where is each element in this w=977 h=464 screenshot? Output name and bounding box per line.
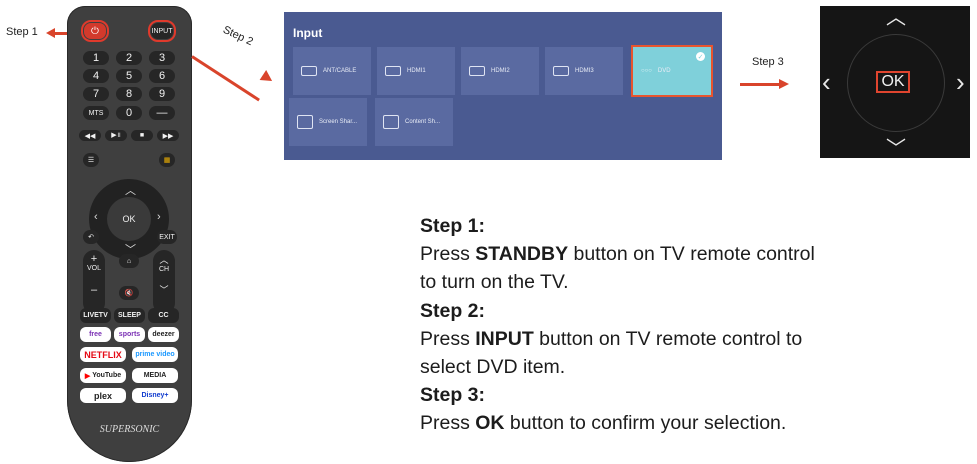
step3-arrow [740, 83, 780, 86]
input-button[interactable]: INPUT [148, 20, 176, 42]
back-button[interactable]: ↶ [83, 230, 99, 244]
hdmi-icon [553, 66, 569, 76]
pad-ok-button: OK [876, 71, 910, 93]
dpad-up-icon[interactable]: ︿ [125, 182, 136, 198]
tile-label: Content Sh... [405, 119, 441, 125]
remote-control: ⏻ INPUT 1 2 3 4 5 6 7 8 9 MTS 0 — ◀◀ ▶॥ … [67, 6, 192, 462]
input-menu: Input ANT/CABLE HDMI1 HDMI2 HDMI3 ○○○ DVD… [284, 12, 722, 160]
tile-ant-cable[interactable]: ANT/CABLE [293, 47, 371, 95]
dpad-left-icon[interactable]: ‹ [94, 211, 98, 223]
step3-arrowhead [779, 79, 789, 89]
pad-up-icon: ︿ [886, 7, 906, 29]
brand-logo: SUPERSONIC [99, 424, 160, 435]
step2-label: Step 2 [220, 23, 255, 49]
tile-hdmi1[interactable]: HDMI1 [377, 47, 455, 95]
volume-rocker[interactable]: + VOL – [83, 250, 105, 314]
pad-right-icon: › [956, 67, 965, 97]
num-6-button[interactable]: 6 [149, 69, 175, 83]
step1-heading: Step 1: [420, 215, 486, 237]
mts-button[interactable]: MTS [83, 106, 109, 120]
step2-heading: Step 2: [420, 299, 486, 322]
dvd-dots-icon: ○○○ [641, 68, 652, 74]
step3-line1: Press OK button to confirm your selectio… [420, 412, 787, 435]
num-0-button[interactable]: 0 [116, 106, 142, 120]
step1-label: Step 1 [6, 26, 38, 38]
step2-line2: select DVD item. [420, 356, 566, 379]
ok-button[interactable]: OK [107, 197, 151, 241]
media-button[interactable]: MEDIA [132, 368, 178, 383]
tile-label: ANT/CABLE [323, 68, 357, 74]
tile-label: Screen Shar... [319, 119, 358, 125]
num-9-button[interactable]: 9 [149, 87, 175, 101]
sleep-button[interactable]: SLEEP [114, 308, 145, 323]
num-7-button[interactable]: 7 [83, 87, 109, 101]
instructions: Step 1: Press STANDBY button on TV remot… [420, 212, 940, 438]
pad-down-icon: ﹀ [886, 138, 906, 158]
step2-arrow [191, 55, 260, 102]
dpad-right-icon[interactable]: › [157, 211, 161, 223]
livetv-button[interactable]: LIVETV [80, 308, 111, 323]
tile-hdmi2[interactable]: HDMI2 [461, 47, 539, 95]
tile-label: HDMI2 [491, 68, 510, 74]
fast-forward-button[interactable]: ▶▶ [157, 130, 179, 141]
tile-hdmi3[interactable]: HDMI3 [545, 47, 623, 95]
dash-button[interactable]: — [149, 106, 175, 120]
stop-button[interactable]: ■ [131, 130, 153, 141]
tile-content-share[interactable]: Content Sh... [375, 98, 453, 146]
content-share-icon [383, 115, 399, 129]
tile-label: HDMI3 [575, 68, 594, 74]
tile-dvd[interactable]: ○○○ DVD ✓ [631, 45, 713, 97]
num-8-button[interactable]: 8 [116, 87, 142, 101]
play-pause-button[interactable]: ▶॥ [105, 130, 127, 141]
hdmi-icon [469, 66, 485, 76]
step2-arrowhead [259, 69, 276, 87]
step3-label: Step 3 [752, 56, 784, 68]
sports-button[interactable]: sports [114, 327, 145, 342]
step1-line1: Press STANDBY button on TV remote contro… [420, 243, 815, 266]
rewind-button[interactable]: ◀◀ [79, 130, 101, 141]
screen-share-icon [297, 115, 313, 129]
hdmi-icon [385, 66, 401, 76]
prime-video-button[interactable]: prime video [132, 347, 178, 362]
standby-button[interactable]: ⏻ [81, 20, 109, 42]
ok-pad-closeup: ︿ ﹀ ‹ › OK [820, 6, 970, 158]
tile-screen-share[interactable]: Screen Shar... [289, 98, 367, 146]
dpad: ︿ ﹀ ‹ › OK [89, 179, 169, 259]
netflix-button[interactable]: NETFLIX [80, 347, 126, 362]
num-3-button[interactable]: 3 [149, 51, 175, 65]
num-1-button[interactable]: 1 [83, 51, 109, 65]
apps-button[interactable]: ▦ [159, 153, 175, 167]
step3-heading: Step 3: [420, 384, 486, 407]
youtube-label: YouTube [92, 372, 122, 379]
num-5-button[interactable]: 5 [116, 69, 142, 83]
tile-label: HDMI1 [407, 68, 426, 74]
mute-button[interactable]: 🔇 [119, 286, 139, 300]
pad-left-icon: ‹ [822, 67, 831, 97]
step1-line2: to turn on the TV. [420, 271, 569, 294]
num-4-button[interactable]: 4 [83, 69, 109, 83]
plex-button[interactable]: plex [80, 388, 126, 403]
free-button[interactable]: free [80, 327, 111, 342]
menu-title: Input [293, 26, 323, 40]
guide-button[interactable]: ☰ [83, 153, 99, 167]
vol-label: VOL [86, 265, 101, 272]
ch-label: CH [158, 266, 170, 273]
tile-label: DVD [657, 68, 671, 74]
youtube-button[interactable]: ▶ YouTube [80, 368, 126, 383]
channel-rocker[interactable]: ︿ CH ﹀ [153, 250, 175, 314]
disney-plus-button[interactable]: Disney+ [132, 388, 178, 403]
antenna-icon [301, 66, 317, 76]
check-icon: ✓ [696, 52, 705, 61]
deezer-button[interactable]: deezer [148, 327, 179, 342]
step2-line1: Press INPUT button on TV remote control … [420, 327, 803, 350]
num-2-button[interactable]: 2 [116, 51, 142, 65]
exit-button[interactable]: EXIT [157, 230, 177, 244]
step1-arrowhead [46, 28, 55, 38]
cc-button[interactable]: CC [148, 308, 179, 323]
home-button[interactable]: ⌂ [119, 254, 139, 268]
